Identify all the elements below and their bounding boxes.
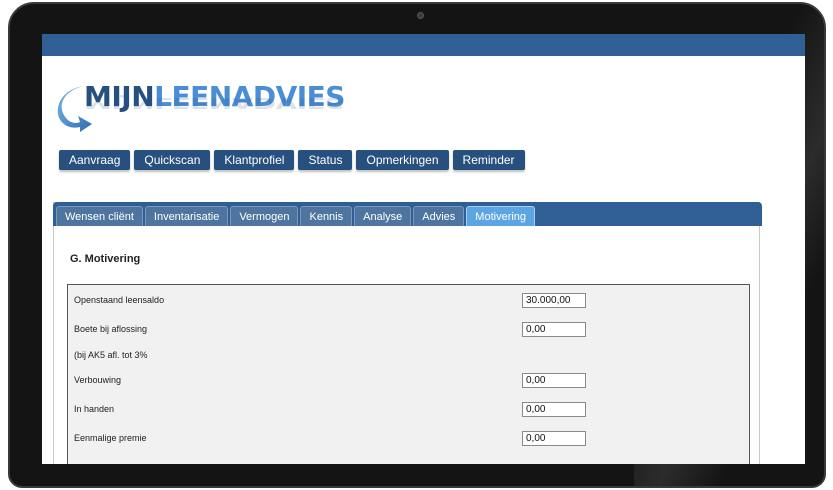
- nav-button-aanvraag[interactable]: Aanvraag: [59, 150, 131, 170]
- tab-inventarisatie[interactable]: Inventarisatie: [144, 206, 229, 226]
- input-openstaand-leensaldo[interactable]: [522, 293, 586, 308]
- label-verbouwing: Verbouwing: [74, 375, 122, 385]
- app-screen: MIJNLEENADVIES MIJNLEENADVIES Aanvraag Q…: [42, 34, 805, 464]
- tab-wensen-client[interactable]: Wensen cliënt: [56, 206, 143, 226]
- input-eenmalige-premie[interactable]: [522, 431, 586, 446]
- monitor-frame: MIJNLEENADVIES MIJNLEENADVIES Aanvraag Q…: [8, 2, 826, 488]
- webcam-icon: [417, 12, 424, 19]
- tab-analyse[interactable]: Analyse: [354, 206, 412, 226]
- nav-button-quickscan[interactable]: Quickscan: [134, 150, 211, 170]
- motivering-form: Openstaand leensaldo Boete bij aflossing…: [67, 284, 750, 464]
- tab-vermogen[interactable]: Vermogen: [230, 206, 299, 226]
- label-openstaand-leensaldo: Openstaand leensaldo: [74, 295, 165, 305]
- nav-button-klantprofiel[interactable]: Klantprofiel: [214, 150, 295, 170]
- main-nav: Aanvraag Quickscan Klantprofiel Status O…: [59, 150, 525, 170]
- tab-motivering[interactable]: Motivering: [466, 206, 536, 226]
- brand-logo[interactable]: MIJNLEENADVIES MIJNLEENADVIES: [54, 80, 345, 138]
- label-eenmalige-premie: Eenmalige premie: [74, 433, 147, 443]
- tab-kennis[interactable]: Kennis: [300, 206, 353, 226]
- label-boete-bij-aflossing: Boete bij aflossing: [74, 324, 148, 334]
- tab-advies[interactable]: Advies: [413, 206, 465, 226]
- input-boete-bij-aflossing[interactable]: [522, 322, 586, 337]
- nav-button-opmerkingen[interactable]: Opmerkingen: [356, 150, 449, 170]
- logo-reflection: MIJNLEENADVIES: [84, 93, 345, 113]
- content-panel: Wensen cliënt Inventarisatie Vermogen Ke…: [53, 202, 762, 464]
- input-verbouwing[interactable]: [522, 373, 586, 388]
- section-title: G. Motivering: [70, 253, 141, 265]
- label-in-handen: In handen: [74, 404, 115, 414]
- tab-bar: Wensen cliënt Inventarisatie Vermogen Ke…: [53, 202, 762, 226]
- nav-button-reminder[interactable]: Reminder: [452, 150, 525, 170]
- input-in-handen[interactable]: [522, 402, 586, 417]
- top-bar: [42, 34, 805, 56]
- label-bij-ak5: (bij AK5 afl. tot 3%: [74, 350, 148, 360]
- nav-button-status[interactable]: Status: [298, 150, 353, 170]
